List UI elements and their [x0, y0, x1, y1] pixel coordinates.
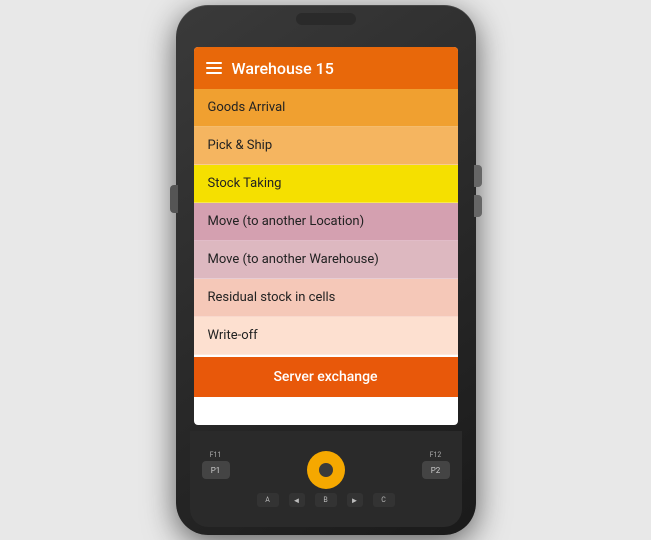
side-button-right-top[interactable] [474, 165, 482, 187]
menu-item-pick-ship[interactable]: Pick & Ship [194, 127, 458, 165]
menu-item-goods-arrival[interactable]: Goods Arrival [194, 89, 458, 127]
fn11-label: F11 [210, 451, 222, 459]
right-arrow-button[interactable]: ► [347, 493, 363, 507]
handheld-device: Warehouse 15 Goods Arrival Pick & Ship S… [176, 5, 476, 535]
menu-item-move-warehouse[interactable]: Move (to another Warehouse) [194, 241, 458, 279]
c-button[interactable]: C [373, 493, 395, 507]
dpad[interactable] [307, 451, 345, 489]
device-screen: Warehouse 15 Goods Arrival Pick & Ship S… [194, 47, 458, 425]
dpad-center [319, 463, 333, 477]
menu-item-residual-stock[interactable]: Residual stock in cells [194, 279, 458, 317]
device-top-bump [296, 13, 356, 25]
p2-button[interactable]: P2 [422, 461, 450, 479]
p1-button[interactable]: P1 [202, 461, 230, 479]
left-arrow-button[interactable]: ◄ [289, 493, 305, 507]
keypad-area: F11 P1 F12 P2 A ◄ B ► C [190, 431, 462, 527]
fn12-label: F12 [430, 451, 442, 459]
app-header: Warehouse 15 [194, 47, 458, 89]
menu-item-write-off[interactable]: Write-off [194, 317, 458, 355]
side-button-left[interactable] [170, 185, 178, 213]
device-body: Warehouse 15 Goods Arrival Pick & Ship S… [176, 5, 476, 535]
app-title: Warehouse 15 [232, 59, 334, 78]
b-button[interactable]: B [315, 493, 337, 507]
keypad-abc-row: A ◄ B ► C [198, 493, 454, 507]
menu-item-stock-taking[interactable]: Stock Taking [194, 165, 458, 203]
server-exchange-button[interactable]: Server exchange [194, 357, 458, 397]
keypad-top-row: F11 P1 F12 P2 [198, 451, 454, 489]
side-button-right-bottom[interactable] [474, 195, 482, 217]
hamburger-menu-button[interactable] [206, 62, 222, 74]
a-button[interactable]: A [257, 493, 279, 507]
menu-item-move-location[interactable]: Move (to another Location) [194, 203, 458, 241]
